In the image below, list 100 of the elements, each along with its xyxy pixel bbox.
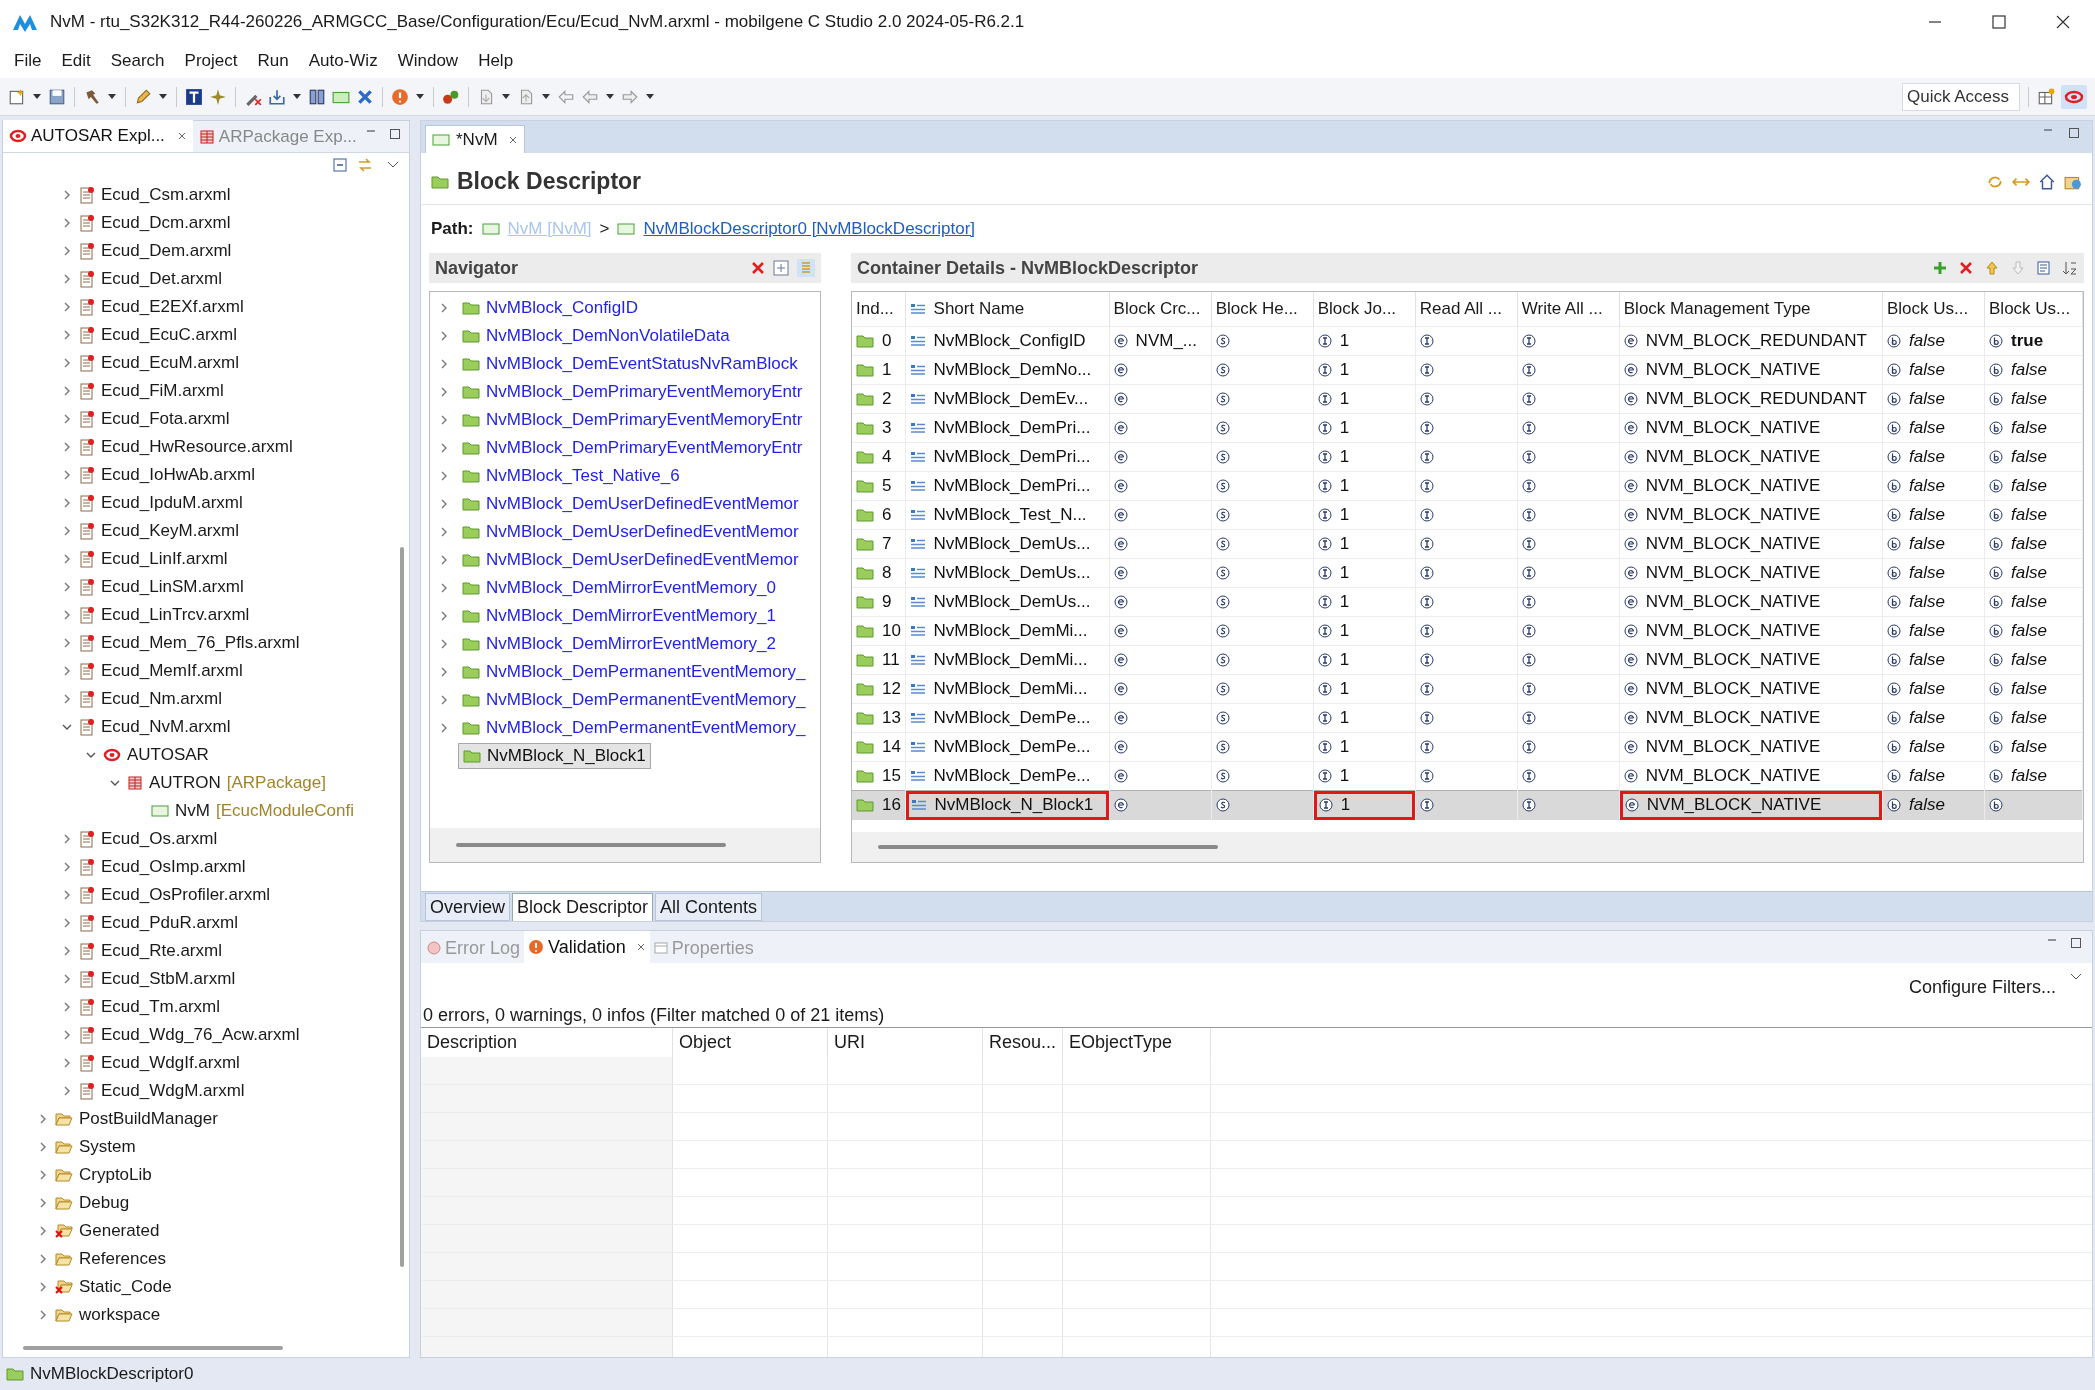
scrollbar-thumb[interactable] bbox=[400, 547, 404, 1267]
menu-item[interactable]: Edit bbox=[53, 46, 99, 76]
page-tab[interactable]: All Contents bbox=[655, 893, 763, 921]
home-icon[interactable] bbox=[2038, 172, 2056, 191]
tree-item[interactable]: Ecud_PduR.arxml bbox=[3, 909, 395, 937]
navigator-item[interactable]: NvMBlock_DemEventStatusNvRamBlock bbox=[458, 351, 802, 377]
navigator-item[interactable]: NvMBlock_DemPrimaryEventMemoryEntr bbox=[458, 435, 807, 461]
scrollbar-thumb[interactable] bbox=[878, 845, 1218, 849]
menu-item[interactable]: Auto-Wiz bbox=[300, 46, 386, 76]
tree-item[interactable]: Ecud_EcuC.arxml bbox=[3, 321, 395, 349]
column-header[interactable]: Resou... bbox=[983, 1028, 1063, 1057]
menu-item[interactable]: Search bbox=[102, 46, 173, 76]
edit-table-icon[interactable] bbox=[2036, 260, 2052, 276]
navigator-item[interactable]: NvMBlock_DemUserDefinedEventMemor bbox=[458, 519, 803, 545]
column-header[interactable]: Object bbox=[673, 1028, 828, 1057]
tree-item[interactable]: Static_Code bbox=[3, 1273, 395, 1301]
column-header[interactable]: Block He... bbox=[1215, 296, 1298, 322]
page-tab[interactable]: Block Descriptor bbox=[512, 893, 654, 921]
navigator-item[interactable]: NvMBlock_ConfigID bbox=[458, 295, 643, 321]
table-row[interactable]: 13 NvMBlock_DemPe... 1 NVM_BLOCK_NATIVE false false bbox=[852, 703, 2083, 732]
sort-icon[interactable] bbox=[2062, 260, 2078, 276]
delete-icon[interactable] bbox=[1958, 260, 1974, 276]
page-tab[interactable]: Overview bbox=[425, 893, 510, 921]
column-header[interactable]: Block Crc... bbox=[1113, 296, 1201, 322]
table-row[interactable]: 4 NvMBlock_DemPri... 1 NVM_BLOCK_NATIVE false false bbox=[852, 442, 2083, 471]
table-row[interactable]: 12 NvMBlock_DemMi... 1 NVM_BLOCK_NATIVE false false bbox=[852, 674, 2083, 703]
table-row[interactable]: 16 NvMBlock_N_Block1 1 NVM_BLOCK_NATIVE false bbox=[852, 790, 2083, 820]
cross-tool-icon[interactable] bbox=[356, 87, 374, 106]
tree-item[interactable]: Ecud_EcuM.arxml bbox=[3, 349, 395, 377]
column-header[interactable]: Block Jo... bbox=[1317, 296, 1397, 322]
scrollbar-thumb[interactable] bbox=[456, 843, 726, 847]
tree-item[interactable]: workspace bbox=[3, 1301, 395, 1329]
table-row[interactable]: 5 NvMBlock_DemPri... 1 NVM_BLOCK_NATIVE false false bbox=[852, 471, 2083, 500]
table-row[interactable]: 1 NvMBlock_DemNo... 1 NVM_BLOCK_NATIVE false false bbox=[852, 355, 2083, 384]
column-header[interactable]: EObjectType bbox=[1063, 1028, 1211, 1057]
save-icon[interactable] bbox=[48, 87, 66, 106]
new-file-icon[interactable] bbox=[8, 87, 26, 106]
expand-icon[interactable] bbox=[773, 260, 789, 276]
tree-item[interactable]: Ecud_MemIf.arxml bbox=[3, 657, 395, 685]
navigator-item[interactable]: NvMBlock_DemMirrorEventMemory_0 bbox=[458, 575, 780, 601]
tree-item[interactable]: Ecud_Fota.arxml bbox=[3, 405, 395, 433]
dropdown-caret-icon[interactable] bbox=[107, 92, 117, 101]
tree-item[interactable]: Ecud_WdgM.arxml bbox=[3, 1077, 395, 1105]
column-header[interactable]: Short Name bbox=[933, 296, 1025, 322]
tree-item[interactable]: Ecud_E2EXf.arxml bbox=[3, 293, 395, 321]
column-header[interactable]: Block Us... bbox=[1989, 296, 2071, 322]
book-icon[interactable] bbox=[308, 87, 326, 106]
tree-item[interactable]: AUTRON [ARPackage] bbox=[3, 769, 395, 797]
dropdown-caret-icon[interactable] bbox=[292, 92, 302, 101]
collapse-all-icon[interactable] bbox=[333, 158, 347, 172]
close-icon[interactable] bbox=[176, 131, 187, 141]
tree-item[interactable]: Ecud_IoHwAb.arxml bbox=[3, 461, 395, 489]
tree-item[interactable]: Ecud_IpduM.arxml bbox=[3, 489, 395, 517]
tree-item[interactable]: Ecud_OsProfiler.arxml bbox=[3, 881, 395, 909]
column-header[interactable]: Write All ... bbox=[1521, 296, 1603, 322]
tree-item[interactable]: References bbox=[3, 1245, 395, 1273]
tree-item[interactable]: Ecud_Dem.arxml bbox=[3, 237, 395, 265]
navigator-item[interactable]: NvMBlock_DemPrimaryEventMemoryEntr bbox=[458, 379, 807, 405]
perspective-icon[interactable] bbox=[2061, 84, 2087, 109]
tree-item[interactable]: Ecud_StbM.arxml bbox=[3, 965, 395, 993]
tree-item[interactable]: Ecud_KeyM.arxml bbox=[3, 517, 395, 545]
table-row[interactable]: 10 NvMBlock_DemMi... 1 NVM_BLOCK_NATIVE false false bbox=[852, 616, 2083, 645]
tree-item[interactable]: Generated bbox=[3, 1217, 395, 1245]
table-row[interactable]: 11 NvMBlock_DemMi... 1 NVM_BLOCK_NATIVE false false bbox=[852, 645, 2083, 674]
tree-item[interactable]: Ecud_Nm.arxml bbox=[3, 685, 395, 713]
maximize-icon[interactable] bbox=[1991, 14, 2007, 30]
configure-filters-button[interactable]: Configure Filters... bbox=[1904, 973, 2060, 1001]
dropdown-caret-icon[interactable] bbox=[501, 92, 511, 101]
dropdown-caret-icon[interactable] bbox=[415, 92, 425, 101]
table-row[interactable]: 2 NvMBlock_DemEv... 1 NVM_BLOCK_REDUNDANT false false bbox=[852, 384, 2083, 413]
dropdown-caret-icon[interactable] bbox=[158, 92, 168, 101]
navigator-item[interactable]: NvMBlock_DemNonVolatileData bbox=[458, 323, 734, 349]
close-icon[interactable] bbox=[2055, 14, 2071, 30]
close-icon[interactable] bbox=[507, 134, 518, 145]
tree-item[interactable]: Ecud_Mem_76_Pfls.arxml bbox=[3, 629, 395, 657]
column-header[interactable]: Block Management Type bbox=[1623, 296, 1811, 322]
view-menu-icon[interactable] bbox=[387, 160, 399, 170]
menu-item[interactable]: Help bbox=[470, 46, 522, 76]
table-row[interactable]: 0 NvMBlock_ConfigID NVM_... 1 NVM_BLOCK_REDUNDANT false true bbox=[852, 326, 2083, 355]
menu-item[interactable]: Project bbox=[176, 46, 246, 76]
import-icon[interactable] bbox=[268, 87, 286, 106]
tree-item[interactable]: NvM [EcucModuleConfi bbox=[3, 797, 395, 825]
maximize-icon[interactable] bbox=[2068, 127, 2080, 139]
table-row[interactable]: 14 NvMBlock_DemPe... 1 NVM_BLOCK_NATIVE false false bbox=[852, 732, 2083, 761]
view-menu-icon[interactable] bbox=[2070, 972, 2082, 982]
table-row[interactable]: 6 NvMBlock_Test_N... 1 NVM_BLOCK_NATIVE false false bbox=[852, 500, 2083, 529]
table-row[interactable]: 3 NvMBlock_DemPri... 1 NVM_BLOCK_NATIVE false false bbox=[852, 413, 2083, 442]
editor-tab[interactable]: *NvM bbox=[425, 125, 525, 153]
tree-item[interactable]: Debug bbox=[3, 1189, 395, 1217]
navigator-item[interactable]: NvMBlock_DemUserDefinedEventMemor bbox=[458, 547, 803, 573]
table-row[interactable]: 9 NvMBlock_DemUs... 1 NVM_BLOCK_NATIVE false false bbox=[852, 587, 2083, 616]
maximize-icon[interactable] bbox=[389, 128, 401, 140]
back-icon[interactable] bbox=[581, 87, 599, 106]
add-icon[interactable] bbox=[1932, 260, 1948, 276]
navigator-item[interactable]: NvMBlock_DemPermanentEventMemory_ bbox=[458, 687, 810, 713]
tree-item[interactable]: Ecud_HwResource.arxml bbox=[3, 433, 395, 461]
navigator-item[interactable]: NvMBlock_N_Block1 bbox=[458, 743, 651, 769]
explorer-tab[interactable]: AUTOSAR Expl... bbox=[3, 120, 193, 152]
tree-item[interactable]: PostBuildManager bbox=[3, 1105, 395, 1133]
tree-item[interactable]: Ecud_LinIf.arxml bbox=[3, 545, 395, 573]
